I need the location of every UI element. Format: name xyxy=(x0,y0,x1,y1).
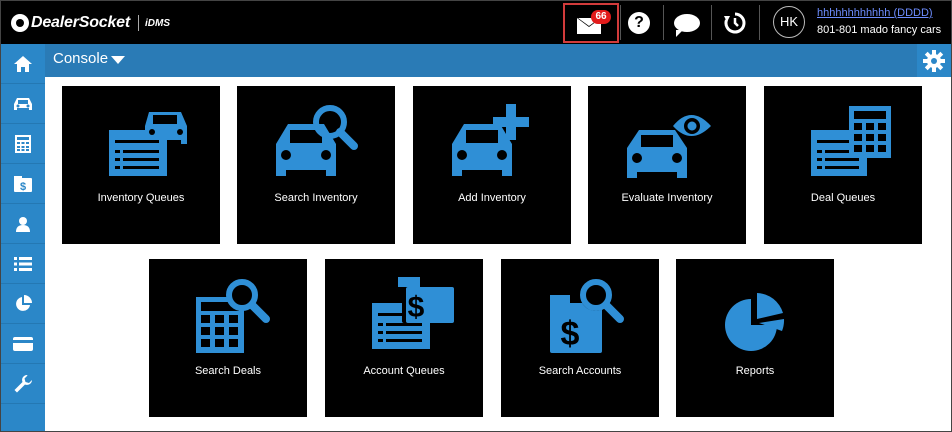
avatar[interactable]: HK xyxy=(773,6,805,38)
list-icon xyxy=(14,256,32,271)
svg-text:$: $ xyxy=(408,291,425,324)
wrench-icon xyxy=(14,374,32,392)
car-icon xyxy=(14,97,32,110)
sidebar-item-inventory[interactable] xyxy=(1,84,45,124)
sidebar: $ xyxy=(1,44,45,431)
svg-text:$: $ xyxy=(20,181,26,192)
sidebar-item-calculator[interactable] xyxy=(1,124,45,164)
pie-chart-icon xyxy=(16,294,32,311)
app-window: DealerSocket iDMS 66 ? HK hhhhhhhhhhhh (… xyxy=(0,0,952,432)
history-button[interactable] xyxy=(711,1,759,44)
tile-label: Search Accounts xyxy=(538,365,622,377)
chevron-down-icon[interactable] xyxy=(111,56,125,64)
tile-label: Search Inventory xyxy=(274,192,358,204)
dealership-name: 801-801 mado fancy cars xyxy=(817,24,942,36)
history-icon xyxy=(724,12,746,33)
tile-reports[interactable]: Reports xyxy=(676,259,834,417)
search-car-icon xyxy=(276,105,358,176)
search-deals-icon xyxy=(196,279,270,353)
logo-subtext: iDMS xyxy=(145,17,170,29)
user-name-link[interactable]: hhhhhhhhhhhh (DDDD) xyxy=(817,7,933,19)
tile-label: Reports xyxy=(735,365,775,377)
account-queue-icon: $ xyxy=(372,277,454,349)
logo-text: DealerSocket xyxy=(31,14,130,31)
sidebar-item-service[interactable] xyxy=(1,364,45,404)
person-icon xyxy=(16,216,30,232)
tile-label: Deal Queues xyxy=(810,192,876,204)
logo-mark-icon xyxy=(11,14,29,32)
tile-evaluate-inventory[interactable]: Evaluate Inventory xyxy=(588,86,746,244)
add-car-icon xyxy=(452,104,529,176)
tile-search-inventory[interactable]: Search Inventory xyxy=(237,86,395,244)
sidebar-item-customers[interactable] xyxy=(1,204,45,244)
tile-inventory-queues[interactable]: Inventory Queues xyxy=(62,86,220,244)
credit-card-icon xyxy=(13,336,33,351)
divider xyxy=(759,5,760,40)
console-title[interactable]: Console xyxy=(53,50,108,67)
home-icon xyxy=(14,55,32,72)
dealersocket-logo[interactable]: DealerSocket iDMS xyxy=(11,11,170,35)
reports-icon xyxy=(725,293,785,351)
help-button[interactable]: ? xyxy=(615,1,663,44)
tile-deal-queues[interactable]: Deal Queues xyxy=(764,86,922,244)
tile-label: Search Deals xyxy=(194,365,262,377)
sidebar-item-payments[interactable] xyxy=(1,324,45,364)
chat-button[interactable] xyxy=(663,1,711,44)
tile-add-inventory[interactable]: Add Inventory xyxy=(413,86,571,244)
deal-queue-icon xyxy=(811,106,891,176)
tile-search-deals[interactable]: Search Deals xyxy=(149,259,307,417)
settings-button[interactable] xyxy=(917,44,951,77)
tile-search-accounts[interactable]: $ Search Accounts xyxy=(501,259,659,417)
evaluate-car-icon xyxy=(627,115,711,178)
top-bar: DealerSocket iDMS 66 ? HK hhhhhhhhhhhh (… xyxy=(1,1,951,44)
tile-label: Inventory Queues xyxy=(97,192,185,204)
sidebar-item-deals[interactable]: $ xyxy=(1,164,45,204)
tile-account-queues[interactable]: $ Account Queues xyxy=(325,259,483,417)
calculator-icon xyxy=(15,134,31,153)
sidebar-item-reports[interactable] xyxy=(1,284,45,324)
tile-label: Account Queues xyxy=(363,365,445,377)
mail-button[interactable]: 66 xyxy=(563,3,619,43)
help-icon: ? xyxy=(628,11,650,34)
inventory-queue-icon xyxy=(109,112,187,176)
logo-divider xyxy=(138,15,139,31)
tile-label: Add Inventory xyxy=(458,192,526,204)
tile-label: Evaluate Inventory xyxy=(621,192,713,204)
search-accounts-icon: $ xyxy=(550,279,624,353)
console-header: Console xyxy=(45,44,951,77)
money-bag-icon: $ xyxy=(14,175,32,192)
svg-text:$: $ xyxy=(561,315,580,353)
gear-icon xyxy=(923,49,945,72)
mail-count-badge: 66 xyxy=(591,10,611,24)
sidebar-item-home[interactable] xyxy=(1,44,45,84)
chat-icon xyxy=(674,13,700,37)
sidebar-item-lists[interactable] xyxy=(1,244,45,284)
